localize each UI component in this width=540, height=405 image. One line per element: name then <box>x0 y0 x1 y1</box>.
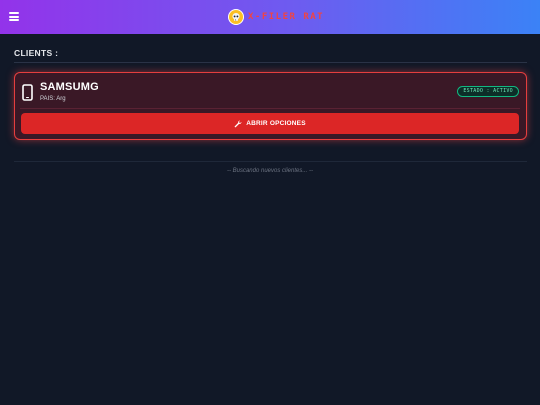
smartphone-icon <box>22 84 33 101</box>
searching-status-text: -- Buscando nuevos clientes... -- <box>226 168 314 174</box>
client-card: SAMSUMG PAIS: Arg ESTADO : ACTIVO ABRIR … <box>14 72 527 140</box>
open-options-label: ABRIR OPCIONES <box>246 120 306 127</box>
status-badge: ESTADO : ACTIVO <box>457 86 519 97</box>
list-divider <box>14 161 527 162</box>
skull-icon <box>229 10 243 24</box>
brand: X-FILER RAT <box>229 9 324 25</box>
clients-section-title: CLIENTS : <box>14 48 59 58</box>
client-country: PAIS: Arg <box>40 96 66 102</box>
app-header: X-FILER RAT <box>0 0 540 34</box>
app-title: X-FILER RAT <box>248 12 325 22</box>
open-options-button[interactable]: ABRIR OPCIONES <box>21 113 519 134</box>
card-divider <box>20 108 520 109</box>
client-name: SAMSUMG <box>40 81 99 93</box>
section-divider <box>14 62 527 63</box>
hamburger-menu-icon[interactable] <box>9 11 20 22</box>
wrench-icon <box>234 119 242 127</box>
